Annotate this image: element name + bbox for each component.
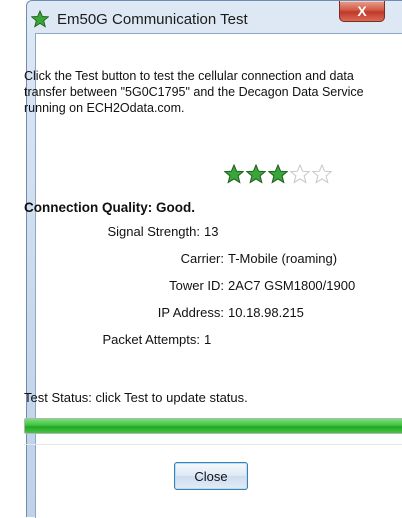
divider — [24, 444, 402, 445]
green-star-icon — [31, 10, 49, 28]
intro-text: Click the Test button to test the cellul… — [24, 69, 364, 115]
detail-value: 10.18.98.215 — [228, 305, 304, 320]
progress-fill — [25, 419, 402, 433]
detail-row-tower-id: Tower ID: 2AC7 GSM1800/1900 — [24, 278, 400, 296]
detail-row-carrier: Carrier: T-Mobile (roaming) — [24, 251, 400, 269]
close-button[interactable]: Close — [174, 462, 248, 490]
detail-row-ip-address: IP Address: 10.18.98.215 — [24, 305, 400, 323]
detail-label: Carrier: — [180, 251, 224, 266]
star-empty-icon — [312, 164, 332, 184]
detail-value: 2AC7 GSM1800/1900 — [228, 278, 356, 293]
detail-row-packet-attempts: Packet Attempts: 1 — [24, 332, 400, 350]
window-title: Em50G Communication Test — [57, 11, 248, 28]
detail-value: 1 — [204, 332, 212, 347]
star-filled-icon — [268, 164, 288, 184]
detail-label: Signal Strength: — [107, 224, 200, 239]
detail-label: IP Address: — [157, 305, 224, 320]
detail-row-signal-strength: Signal Strength: 13 — [24, 224, 400, 242]
detail-label: Packet Attempts: — [102, 332, 200, 347]
star-filled-icon — [224, 164, 244, 184]
star-empty-icon — [290, 164, 310, 184]
detail-label: Tower ID: — [169, 278, 224, 293]
star-filled-icon — [246, 164, 266, 184]
detail-value: T-Mobile (roaming) — [228, 251, 338, 266]
close-icon: X — [357, 3, 367, 19]
detail-value: 13 — [204, 224, 219, 239]
test-status: Test Status: click Test to update status… — [24, 390, 248, 405]
progress-bar — [24, 418, 402, 434]
quality-rating — [224, 164, 332, 184]
window-close-button[interactable]: X — [339, 1, 385, 22]
title-bar[interactable]: Em50G Communication Test X — [27, 1, 402, 33]
connection-quality: Connection Quality: Good. — [24, 200, 195, 215]
